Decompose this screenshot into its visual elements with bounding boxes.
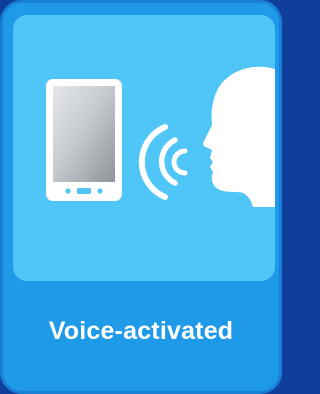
human-head-icon — [203, 66, 275, 207]
voice-activated-card: Voice-activated — [0, 0, 282, 394]
card-caption: Voice-activated — [48, 317, 234, 345]
voice-illustration — [13, 15, 275, 281]
phone-icon — [46, 79, 122, 201]
sound-waves-icon — [138, 124, 188, 200]
